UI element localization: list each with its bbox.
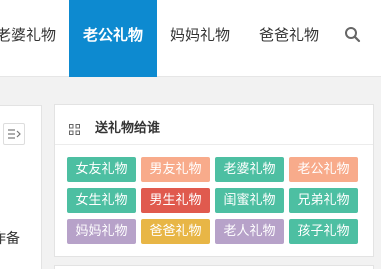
top-navigation: 老婆礼物 老公礼物 妈妈礼物 爸爸礼物 bbox=[0, 0, 381, 77]
gift-tag-button[interactable]: 老婆礼物 bbox=[215, 157, 284, 182]
grid-icon bbox=[69, 120, 80, 135]
gift-tag-button[interactable]: 孩子礼物 bbox=[289, 219, 358, 244]
widget-header: 送礼物给谁 bbox=[55, 105, 373, 145]
left-panel-text: 作备 bbox=[0, 231, 20, 247]
widget-title: 送礼物给谁 bbox=[95, 121, 161, 136]
gift-tag-button[interactable]: 女友礼物 bbox=[67, 157, 136, 182]
gift-tag-button[interactable]: 老公礼物 bbox=[289, 157, 358, 182]
gift-tag-button[interactable]: 爸爸礼物 bbox=[141, 219, 210, 244]
gift-tag-button[interactable]: 女生礼物 bbox=[67, 188, 136, 213]
gift-tag-button[interactable]: 男友礼物 bbox=[141, 157, 210, 182]
gift-tag-button[interactable]: 兄弟礼物 bbox=[289, 188, 358, 213]
nav-item-mom-gifts[interactable]: 妈妈礼物 bbox=[170, 0, 230, 77]
left-panel: 作备 bbox=[0, 105, 42, 269]
gift-recipient-widget: 送礼物给谁 女友礼物 男友礼物 老婆礼物 老公礼物女生礼物 男生礼物 闺蜜礼物 兄弟礼物妈妈… bbox=[54, 104, 374, 257]
nav-item-dad-gifts[interactable]: 爸爸礼物 bbox=[259, 0, 319, 77]
search-icon[interactable] bbox=[342, 24, 364, 46]
gift-tag-button[interactable]: 男生礼物 bbox=[141, 188, 210, 213]
gift-tag-button[interactable]: 闺蜜礼物 bbox=[215, 188, 284, 213]
nav-item-husband-gifts[interactable]: 老公礼物 bbox=[69, 0, 157, 77]
gift-tag-button[interactable]: 妈妈礼物 bbox=[67, 219, 136, 244]
gift-tag-button[interactable]: 老人礼物 bbox=[215, 219, 284, 244]
list-collapse-icon[interactable] bbox=[3, 123, 25, 145]
next-panel bbox=[54, 265, 374, 269]
nav-item-wife-gifts[interactable]: 老婆礼物 bbox=[0, 0, 56, 77]
